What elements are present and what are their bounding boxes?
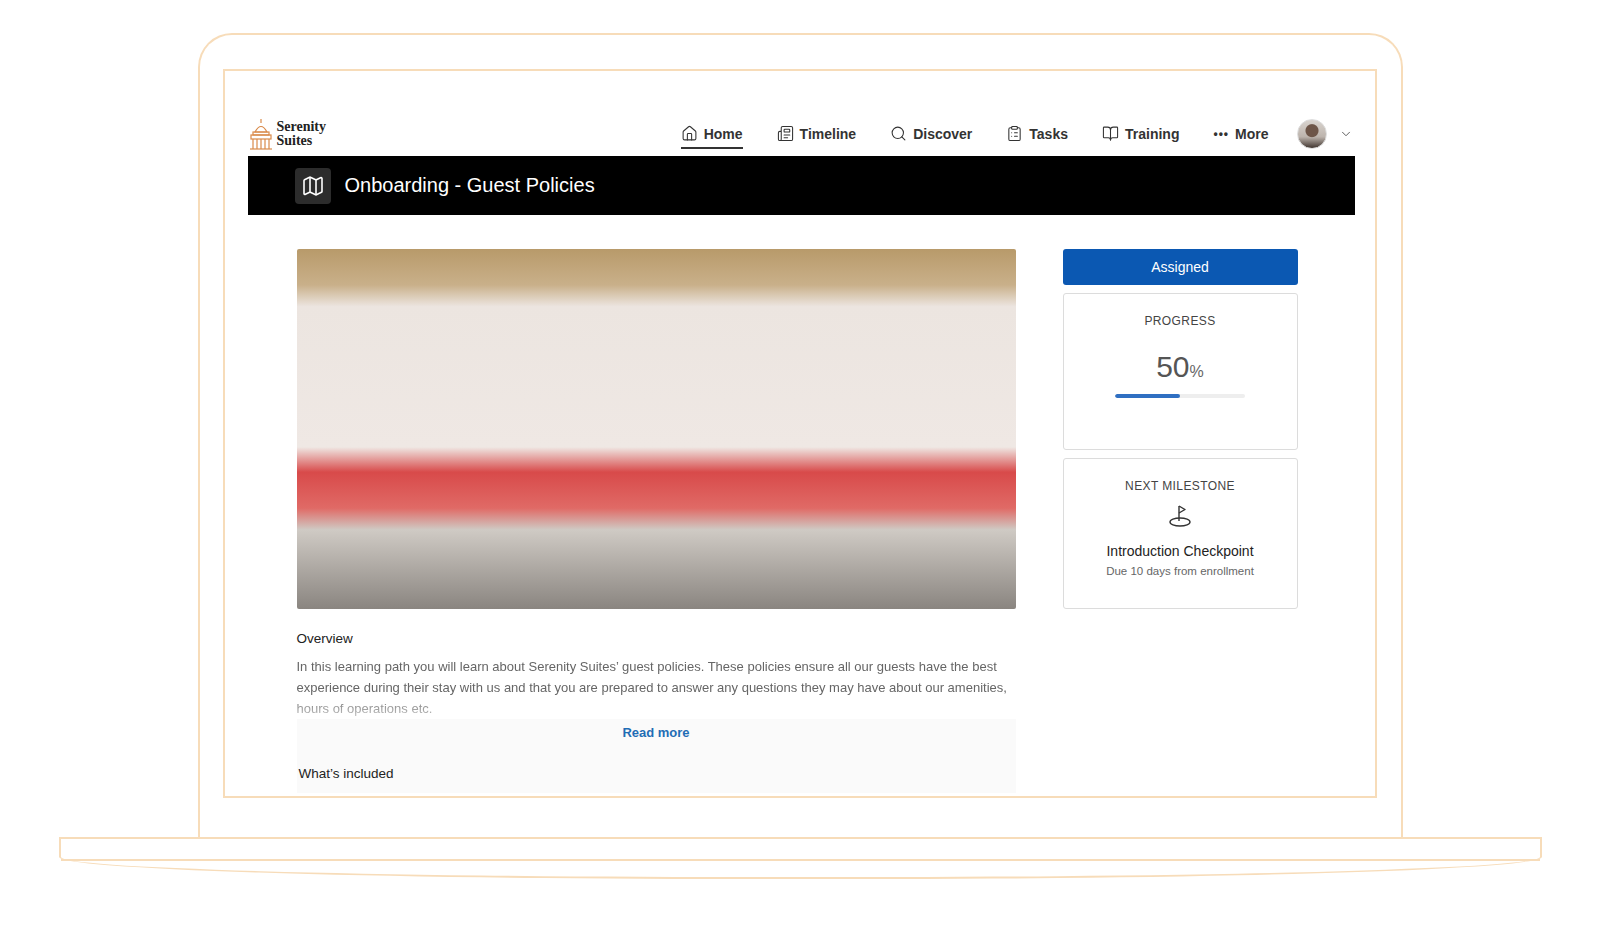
main-column: Overview In this learning path you will l… xyxy=(297,249,1016,793)
header-icon-box xyxy=(295,168,331,204)
map-icon xyxy=(301,174,325,198)
nav-item[interactable]: Training xyxy=(1102,119,1179,149)
nav-item[interactable]: •••More xyxy=(1213,120,1268,149)
brand-name: SerenitySuites xyxy=(277,120,327,148)
milestone-flag-icon xyxy=(1167,503,1193,529)
nav-item[interactable]: Timeline xyxy=(777,119,857,149)
cover-photo xyxy=(297,249,1016,609)
progress-fill xyxy=(1115,394,1180,398)
progress-label: PROGRESS xyxy=(1144,314,1215,328)
laptop-lid: SerenitySuites Home Timeline Discover Tasks T… xyxy=(198,33,1403,837)
page-title: Onboarding - Guest Policies xyxy=(345,174,595,197)
read-more-area: Read more What’s included xyxy=(297,719,1016,793)
included-heading: What’s included xyxy=(299,766,1014,781)
progress-track xyxy=(1115,394,1245,398)
nav-icon xyxy=(777,125,794,142)
milestone-card: NEXT MILESTONE Introduction Checkpoint Due… xyxy=(1063,458,1298,609)
nav-icon xyxy=(1102,125,1119,142)
side-column: Assigned PROGRESS 50% NEXT MILESTONE Introdu… xyxy=(1063,249,1298,793)
nav-icon xyxy=(681,125,698,142)
assigned-button[interactable]: Assigned xyxy=(1063,249,1298,285)
progress-card: PROGRESS 50% xyxy=(1063,293,1298,450)
page-header: Onboarding - Guest Policies xyxy=(248,156,1355,215)
nav-menu: Home Timeline Discover Tasks Training •••More xyxy=(681,119,1353,149)
content: Overview In this learning path you will l… xyxy=(248,215,1355,793)
chevron-down-icon xyxy=(1339,127,1353,141)
more-dots-icon: ••• xyxy=(1213,127,1229,141)
nav-icon xyxy=(890,125,907,142)
read-more-button[interactable]: Read more xyxy=(618,723,693,742)
page: SerenitySuites Home Timeline Discover Tasks T… xyxy=(0,0,1600,937)
milestone-due: Due 10 days from enrollment xyxy=(1106,565,1254,577)
nav-item[interactable]: Tasks xyxy=(1006,119,1068,149)
nav-item[interactable]: Home xyxy=(681,119,743,149)
laptop-screen: SerenitySuites Home Timeline Discover Tasks T… xyxy=(223,69,1377,798)
brand-logo[interactable]: SerenitySuites xyxy=(250,118,327,150)
overview-heading: Overview xyxy=(297,631,1016,646)
milestone-label: NEXT MILESTONE xyxy=(1125,479,1235,493)
avatar-photo xyxy=(1297,119,1327,149)
milestone-title: Introduction Checkpoint xyxy=(1106,543,1253,559)
top-nav: SerenitySuites Home Timeline Discover Tasks T… xyxy=(248,112,1355,156)
progress-value: 50% xyxy=(1156,350,1204,384)
hotel-logo-icon xyxy=(250,118,272,150)
laptop-base xyxy=(59,837,1542,879)
overview-text: In this learning path you will learn abo… xyxy=(297,656,1016,719)
nav-icon xyxy=(1006,125,1023,142)
user-menu[interactable] xyxy=(1297,119,1353,149)
nav-item[interactable]: Discover xyxy=(890,119,972,149)
